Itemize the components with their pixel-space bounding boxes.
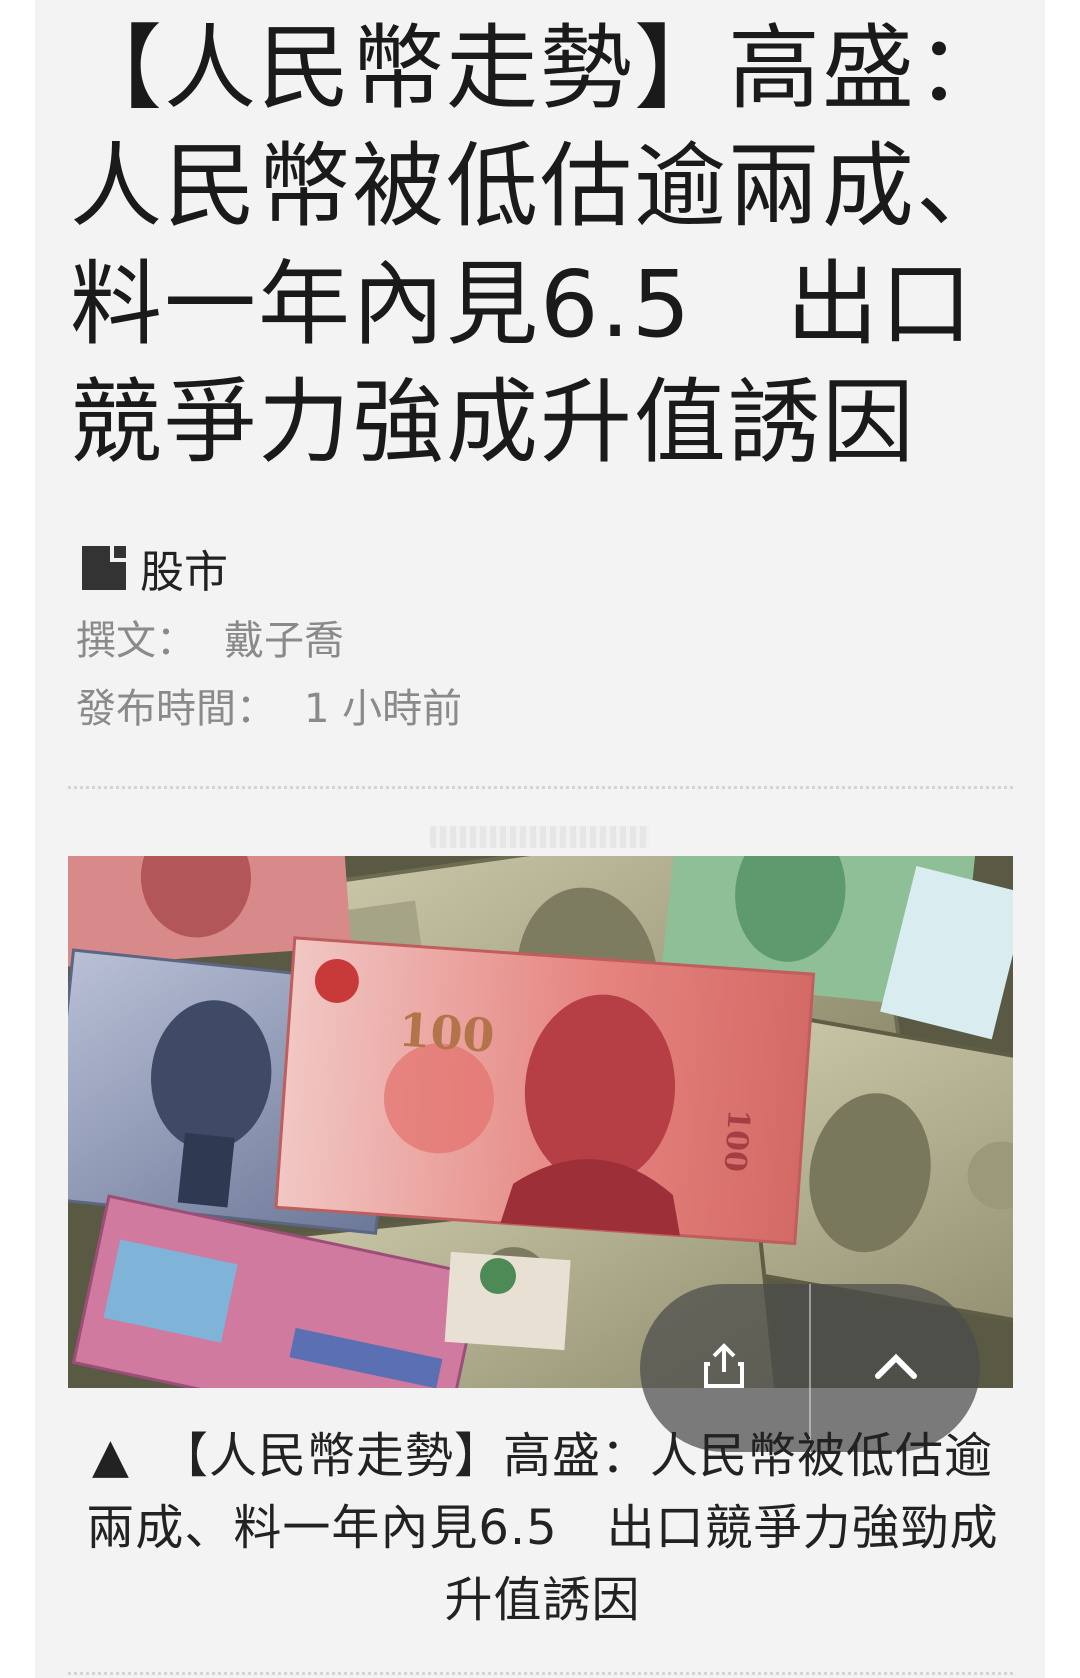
divider: [68, 786, 1013, 789]
document-icon: [80, 544, 128, 592]
banknote-value-side: 100: [717, 1108, 756, 1173]
image-caption: ▲ 【人民幣走勢】高盛：人民幣被低估逾兩成、料一年內見6.5 出口競爭力強勁成升值…: [70, 1420, 1015, 1636]
category-label: 股市: [140, 547, 228, 598]
banknote-value: 100: [397, 1002, 497, 1063]
divider-bottom: [68, 1672, 1013, 1675]
publish-time: 發布時間： 1 小時前: [76, 676, 462, 734]
share-icon: [700, 1342, 748, 1394]
author-label: 撰文：: [76, 618, 196, 664]
author-name[interactable]: 戴子喬: [224, 618, 344, 664]
category-link[interactable]: 股市: [80, 540, 228, 598]
chevron-up-icon: [872, 1350, 920, 1386]
publish-label: 發布時間：: [76, 686, 276, 732]
image-loading-bar: [430, 826, 650, 848]
publish-value: 1 小時前: [304, 686, 463, 732]
caption-marker: ▲: [92, 1428, 130, 1484]
caption-text: 【人民幣走勢】高盛：人民幣被低估逾兩成、料一年內見6.5 出口競爭力強勁成升值誘…: [86, 1428, 999, 1628]
author-line: 撰文： 戴子喬: [76, 608, 344, 666]
article-title: 【人民幣走勢】高盛：人民幣被低估逾兩成、料一年內見6.5 出口競爭力強成升值誘因: [70, 15, 1011, 476]
